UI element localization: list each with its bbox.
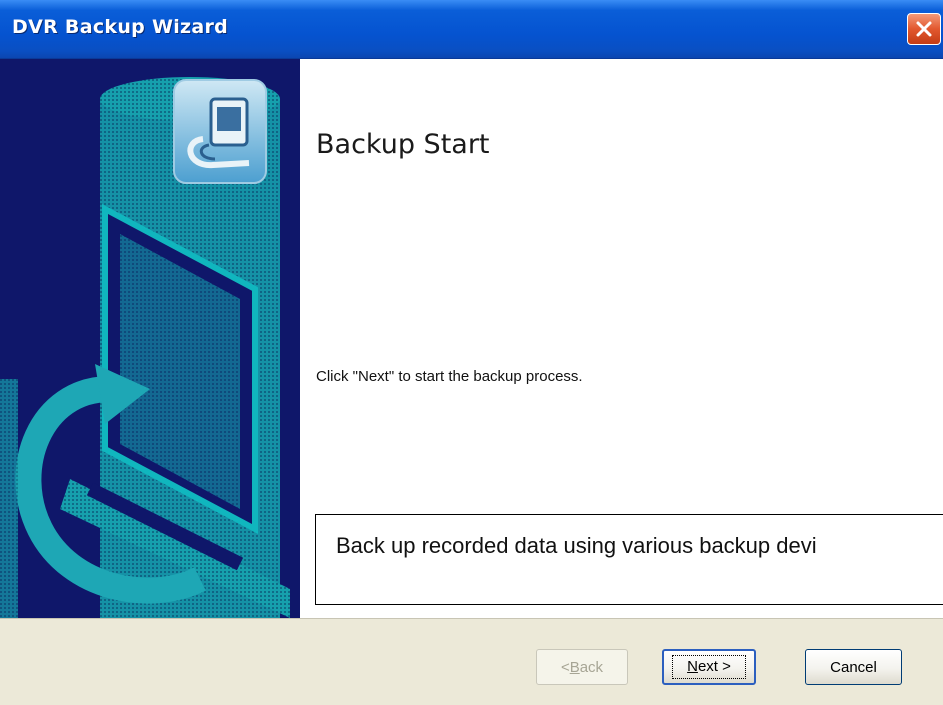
instruction-text: Click "Next" to start the backup process…	[316, 368, 583, 385]
back-button[interactable]: < Back	[536, 649, 628, 685]
wizard-content: Backup Start Click "Next" to start the b…	[300, 59, 943, 618]
back-label-rest: ack	[579, 658, 604, 676]
next-label-rest: ext	[697, 658, 718, 675]
description-text: Back up recorded data using various back…	[336, 533, 817, 558]
wizard-window: DVR Backup Wizard Backup Start Click "Ne…	[0, 0, 943, 705]
close-icon	[916, 21, 932, 37]
description-box: Back up recorded data using various back…	[315, 514, 943, 605]
next-suffix: >	[717, 658, 731, 675]
button-bar: < Back Next > Cancel	[0, 618, 943, 705]
title-bar[interactable]: DVR Backup Wizard	[0, 0, 943, 59]
next-mnemonic: N	[687, 658, 698, 675]
next-button[interactable]: Next >	[662, 649, 756, 685]
back-prefix: <	[560, 658, 570, 676]
next-focus-ring: Next >	[672, 655, 746, 679]
close-button[interactable]	[907, 13, 941, 45]
cancel-button[interactable]: Cancel	[805, 649, 902, 685]
back-mnemonic: B	[569, 658, 580, 676]
backup-device-icon	[173, 79, 267, 184]
window-title: DVR Backup Wizard	[12, 16, 229, 38]
wizard-side-panel	[0, 59, 300, 618]
page-title: Backup Start	[316, 129, 490, 160]
